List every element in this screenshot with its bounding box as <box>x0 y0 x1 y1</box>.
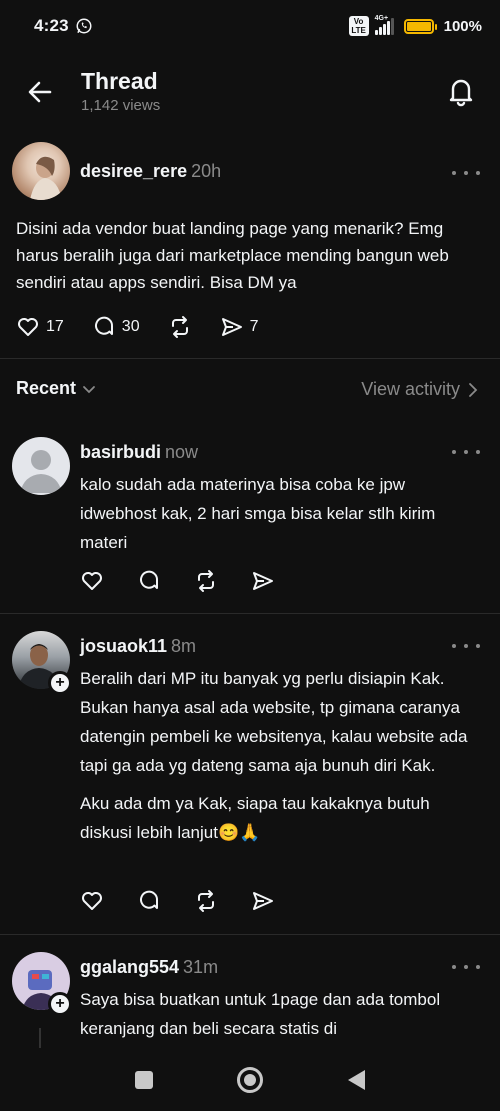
volte-icon: Vo LTE <box>348 16 369 36</box>
comment-icon <box>140 890 159 909</box>
repost-icon <box>198 570 214 592</box>
triangle-back-icon <box>348 1069 365 1090</box>
chevron-down-icon <box>83 385 95 393</box>
comment-icon <box>94 316 113 335</box>
reply-time: 8m <box>171 636 197 656</box>
bell-icon[interactable] <box>444 74 478 108</box>
sort-label: Recent <box>16 378 77 398</box>
reply-paragraph: Saya bisa buatkan untuk 1page dan ada to… <box>80 990 441 1038</box>
circle-icon <box>237 1066 263 1093</box>
whatsapp-icon <box>76 18 92 34</box>
reply-actions <box>80 569 308 593</box>
status-bar: 4:23 Vo LTE 4G+ 100% <box>0 0 500 52</box>
reply-text: kalo sudah ada materinya bisa coba ke jp… <box>80 470 485 557</box>
reply-username[interactable]: ggalang554 <box>80 957 179 977</box>
status-indicators: Vo LTE 4G+ 100% <box>348 15 482 36</box>
send-icon <box>221 318 242 336</box>
view-activity-label: View activity <box>361 379 460 399</box>
repost-button[interactable] <box>168 315 192 339</box>
header: Thread 1,142 views <box>0 60 500 124</box>
reply-author[interactable]: josuaok11 8m <box>80 636 196 657</box>
reply-time: now <box>165 442 199 462</box>
repost-button[interactable] <box>194 889 218 913</box>
battery-percent: 100% <box>443 17 482 35</box>
share-button[interactable] <box>251 889 275 913</box>
more-options-icon[interactable] <box>452 442 480 462</box>
share-button[interactable]: 7 <box>220 315 259 339</box>
follow-plus-icon[interactable]: + <box>48 992 72 1016</box>
reply-count: 30 <box>121 318 140 335</box>
divider <box>0 613 500 614</box>
reply-author[interactable]: basirbudi now <box>80 442 198 463</box>
recents-button[interactable] <box>129 1065 159 1095</box>
heart-icon <box>82 572 102 590</box>
like-button[interactable]: 17 <box>16 315 64 339</box>
square-icon <box>135 1070 153 1089</box>
reply-paragraph: Beralih dari MP itu banyak yg perlu disi… <box>80 669 468 775</box>
battery-fill <box>406 21 431 31</box>
reply-button[interactable] <box>137 569 161 593</box>
reply-username[interactable]: basirbudi <box>80 442 161 462</box>
like-button[interactable] <box>80 889 104 913</box>
reply-actions <box>80 889 308 913</box>
reply-item: basirbudi now kalo sudah ada materinya bi… <box>0 437 500 613</box>
signal-icon: 4G+ <box>374 15 394 35</box>
send-icon <box>253 572 273 590</box>
reply-button[interactable] <box>137 889 161 913</box>
heart-icon <box>18 318 38 336</box>
back-button[interactable] <box>341 1065 371 1095</box>
post-text: Disini ada vendor buat landing page yang… <box>16 219 449 292</box>
chevron-right-icon <box>469 382 478 397</box>
reply-button[interactable]: 30 <box>92 315 140 339</box>
like-button[interactable] <box>80 569 104 593</box>
repost-icon <box>171 316 188 338</box>
avatar-photo <box>30 156 62 200</box>
like-count: 17 <box>46 318 64 335</box>
reply-item: + ggalang554 31m Saya bisa buatkan untuk … <box>0 952 500 1048</box>
network-type: 4G+ <box>374 15 389 22</box>
comment-icon <box>140 570 159 589</box>
more-options-icon[interactable] <box>452 957 480 977</box>
divider <box>0 358 500 359</box>
share-button[interactable] <box>251 569 275 593</box>
battery-icon <box>403 18 437 34</box>
heart-icon <box>82 892 102 910</box>
more-options-icon[interactable] <box>452 163 480 183</box>
system-nav-bar <box>0 1048 500 1111</box>
post-author[interactable]: desiree_rere 20h <box>80 161 221 182</box>
page-title: Thread <box>81 68 158 94</box>
share-count: 7 <box>249 318 259 335</box>
send-icon <box>253 892 273 910</box>
follow-plus-icon[interactable]: + <box>48 671 72 695</box>
reply-paragraph: Aku ada dm ya Kak, siapa tau kakaknya bu… <box>80 794 430 842</box>
reply-username[interactable]: josuaok11 <box>80 636 167 656</box>
post-username[interactable]: desiree_rere <box>80 161 187 181</box>
repost-button[interactable] <box>194 569 218 593</box>
reply-item: + josuaok11 8m Beralih dari MP itu banyak… <box>0 631 500 933</box>
more-options-icon[interactable] <box>452 636 480 656</box>
reply-paragraph: kalo sudah ada materinya bisa coba ke jp… <box>80 475 436 552</box>
post-actions: 17 30 7 <box>16 315 287 339</box>
reply-text: Saya bisa buatkan untuk 1page dan ada to… <box>80 985 485 1043</box>
divider <box>0 934 500 935</box>
reply-author[interactable]: ggalang554 31m <box>80 957 218 978</box>
avatar[interactable] <box>12 437 70 495</box>
home-button[interactable] <box>235 1065 265 1095</box>
default-avatar-icon <box>20 450 62 493</box>
thread-connector-line <box>39 1028 41 1048</box>
repost-icon <box>198 890 214 912</box>
sort-row: Recent View activity <box>0 370 500 410</box>
reply-text: Beralih dari MP itu banyak yg perlu disi… <box>80 664 485 847</box>
view-activity-link[interactable]: View activity <box>361 379 478 400</box>
post-time: 20h <box>191 161 222 181</box>
reply-time: 31m <box>183 957 219 977</box>
avatar[interactable] <box>12 142 70 200</box>
back-arrow-icon[interactable] <box>24 76 56 108</box>
view-count: 1,142 views <box>81 97 161 114</box>
status-time: 4:23 <box>34 16 69 35</box>
sort-dropdown[interactable]: Recent <box>16 378 96 399</box>
